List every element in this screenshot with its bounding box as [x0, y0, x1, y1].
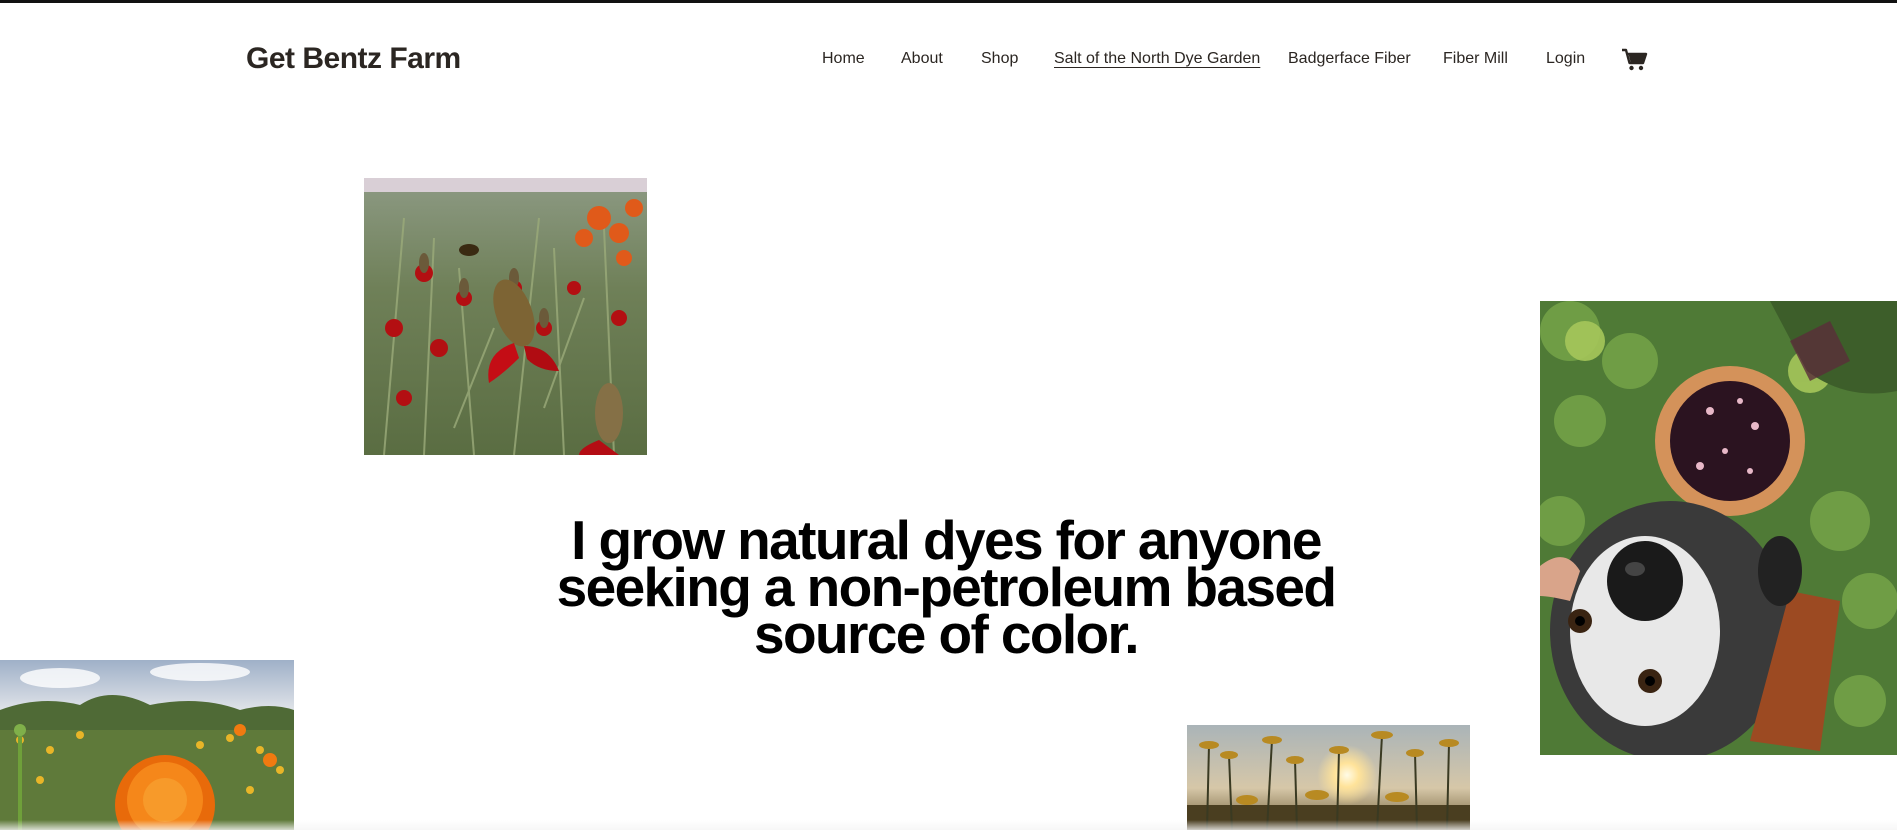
red-coneflower-photo [364, 178, 647, 455]
nav-fiber-mill[interactable]: Fiber Mill [1443, 50, 1508, 68]
dog-and-bucket-photo [1540, 301, 1897, 755]
nav-login[interactable]: Login [1546, 50, 1585, 68]
site-title[interactable]: Get Bentz Farm [246, 42, 461, 76]
nav-about[interactable]: About [901, 50, 943, 68]
marigold-photo [0, 660, 294, 830]
nav-shop[interactable]: Shop [981, 50, 1018, 68]
main-nav: Home About Shop Salt of the North Dye Ga… [822, 50, 1897, 72]
sunset-flowers-photo [1187, 725, 1470, 830]
top-border [0, 0, 1897, 3]
cart-button[interactable] [1621, 48, 1649, 72]
bottom-fade [0, 820, 1897, 830]
nav-badgerface-fiber[interactable]: Badgerface Fiber [1288, 50, 1411, 68]
hero-headline: I grow natural dyes for anyone seeking a… [556, 509, 1337, 665]
nav-dye-garden[interactable]: Salt of the North Dye Garden [1054, 50, 1260, 68]
cart-icon [1622, 48, 1648, 71]
nav-home[interactable]: Home [822, 50, 865, 68]
